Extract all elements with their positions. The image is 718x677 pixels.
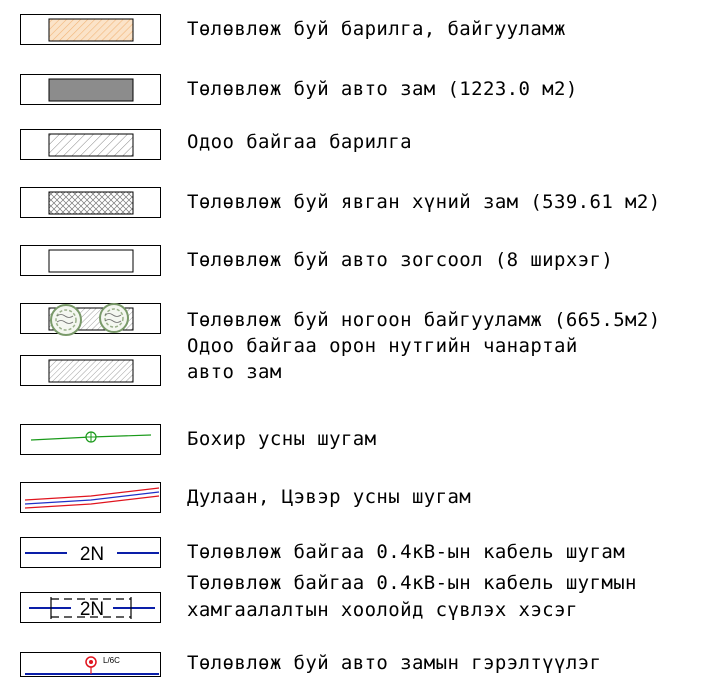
lamp-icon [85, 656, 97, 668]
manhole-icon [85, 431, 97, 443]
green-space-symbol [20, 303, 161, 336]
pedestrian-path-symbol [20, 187, 161, 218]
legend-label: Төлөвлөж буй авто замын гэрэлтүүлэг [187, 652, 602, 674]
legend-label-line2: авто зам [187, 361, 282, 383]
legend-label: Төлөвлөж буй авто зам (1223.0 м2) [187, 78, 578, 100]
cable-line-symbol: 2N [20, 537, 161, 568]
tree-icon [50, 304, 82, 336]
existing-building-symbol [20, 129, 161, 160]
parking-symbol [20, 245, 161, 276]
legend-label: Бохир усны шугам [187, 428, 377, 450]
legend-label: Одоо байгаа барилга [187, 131, 412, 153]
lamp-code-text: L/6C [103, 656, 120, 665]
planned-building-symbol [20, 14, 161, 45]
road-lighting-symbol: L/6C [20, 652, 161, 677]
tree-icon [99, 303, 129, 333]
heat-water-line-symbol [20, 482, 161, 513]
legend-label: Төлөвлөж байгаа 0.4кВ-ын кабель шугам [187, 541, 626, 563]
legend-label: Одоо байгаа орон нутгийн чанартай [187, 335, 578, 357]
legend-label: Төлөвлөж буй ногоон байгууламж (665.5м2) [187, 309, 661, 331]
legend-label-line2: хамгаалалтын хоолойд сүвлэх хэсэг [187, 599, 578, 621]
cable-code-text: 2N [80, 544, 104, 565]
planned-road-symbol [20, 74, 161, 105]
legend-label: Дулаан, Цэвэр усны шугам [187, 486, 472, 508]
cable-code-text: 2N [80, 599, 104, 620]
legend-label: Төлөвлөж буй барилга, байгууламж [187, 18, 566, 40]
cable-protected-symbol: 2N [20, 592, 161, 623]
existing-local-road-symbol [20, 355, 161, 386]
legend-label: Төлөвлөж буй авто зогсоол (8 ширхэг) [187, 249, 614, 271]
legend-label: Төлөвлөж байгаа 0.4кВ-ын кабель шугмын [187, 572, 637, 594]
legend-page: { "legend": { "items": [ { "label": "Төл… [0, 0, 718, 677]
sewer-line-symbol [20, 424, 161, 455]
legend-label: Төлөвлөж буй явган хүний зам (539.61 м2) [187, 191, 661, 213]
